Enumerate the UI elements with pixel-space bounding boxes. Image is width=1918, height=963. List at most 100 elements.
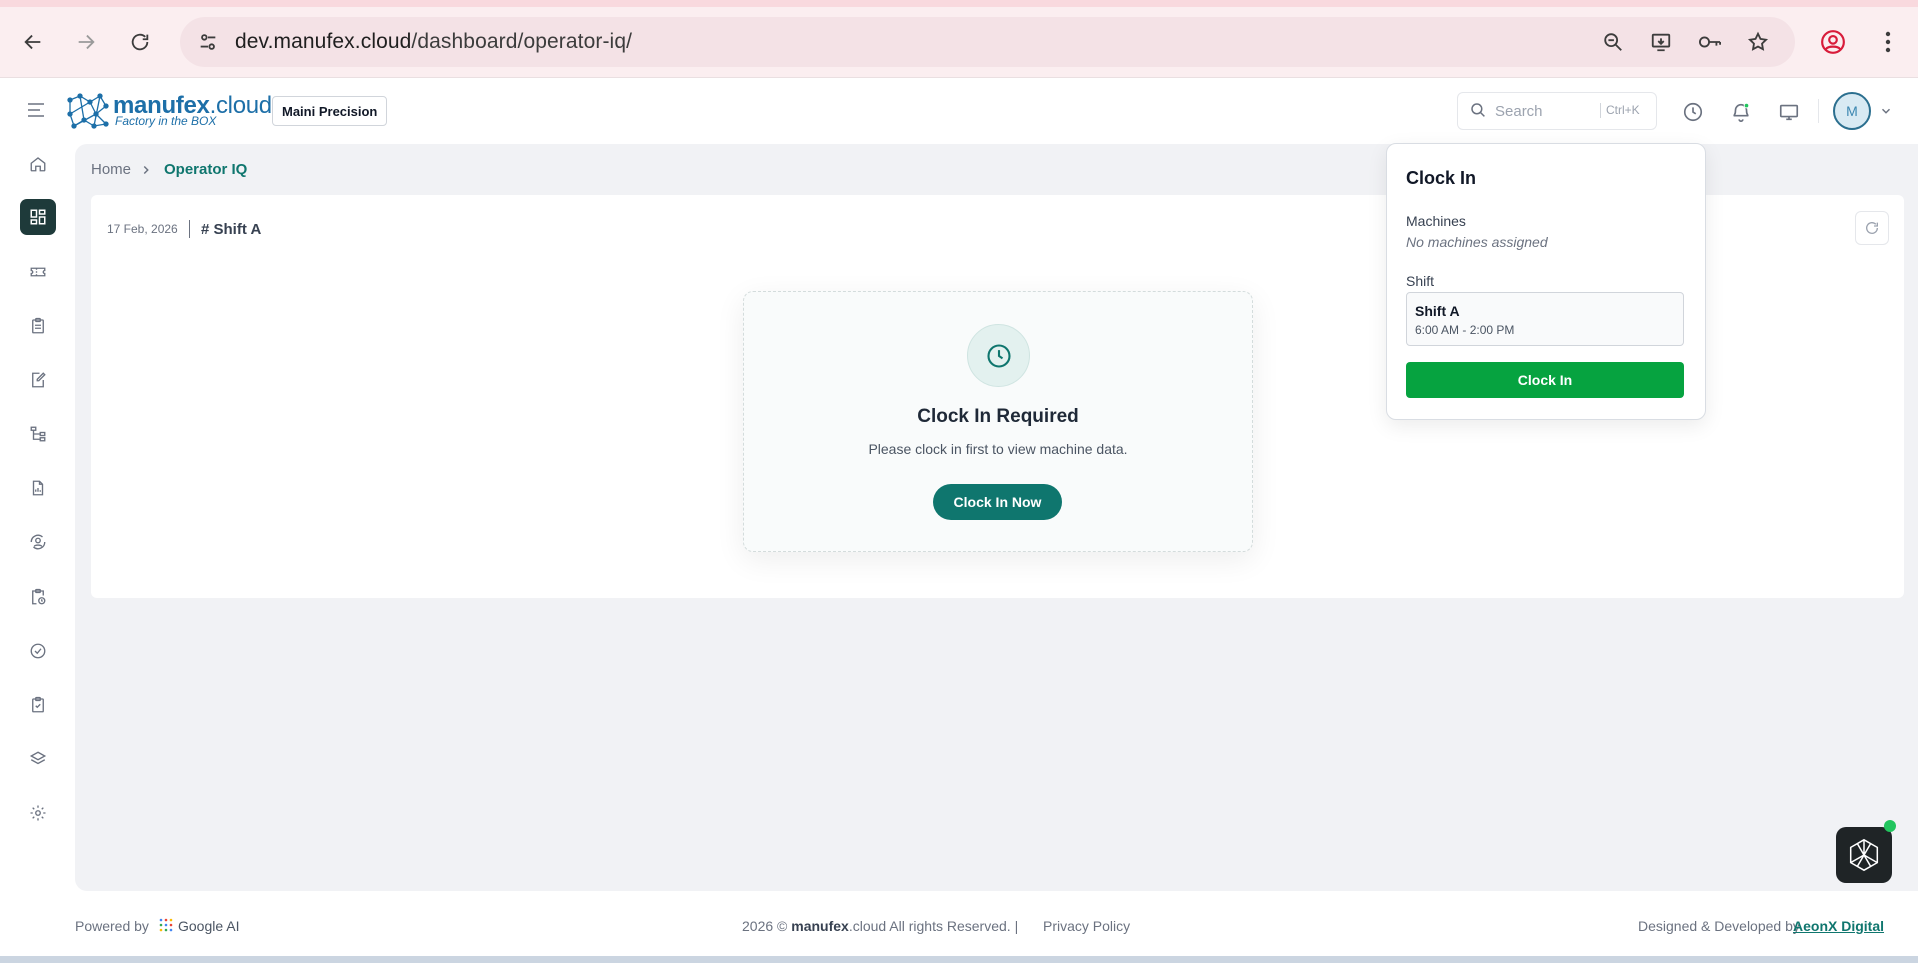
clock-icon-badge	[967, 324, 1030, 387]
monitor-icon	[1779, 104, 1799, 121]
install-icon	[1651, 33, 1671, 52]
sidebar-item-tickets[interactable]	[20, 254, 56, 290]
menu-icon	[28, 103, 44, 117]
more-vertical-icon	[1885, 31, 1891, 53]
install-app-button[interactable]	[1645, 26, 1677, 58]
shift-label: # Shift A	[201, 221, 262, 238]
network-logo-icon	[67, 93, 109, 129]
url-host: dev.manufex.cloud	[235, 30, 412, 53]
google-ai-icon	[158, 917, 174, 933]
copyright-prefix: 2026 ©	[742, 918, 788, 934]
machines-label: Machines	[1406, 213, 1466, 229]
clock-icon	[986, 343, 1011, 368]
search-placeholder: Search	[1495, 103, 1543, 120]
copyright-brand: manufex	[791, 918, 849, 934]
shift-label-heading: Shift	[1406, 273, 1435, 289]
taskbar-strip	[0, 956, 1918, 963]
back-button[interactable]	[17, 26, 49, 58]
menu-toggle-button[interactable]	[26, 101, 48, 121]
shift-option[interactable]	[1406, 292, 1684, 346]
sidebar-item-reports[interactable]	[20, 470, 56, 506]
sidebar-item-maintenance[interactable]	[20, 579, 56, 615]
edit-document-icon	[32, 372, 46, 388]
ai-logo-icon	[1849, 838, 1879, 872]
clock-in-required-title: Clock In Required	[917, 406, 1079, 427]
layers-icon	[29, 751, 47, 765]
google-ai-label: Google AI	[178, 918, 240, 934]
refresh-icon	[1866, 222, 1878, 234]
date-divider	[189, 220, 190, 238]
display-mode-button[interactable]	[1774, 97, 1804, 127]
chevron-right-icon	[143, 165, 149, 175]
sidebar-item-edit[interactable]	[20, 362, 56, 398]
zoom-out-icon	[1604, 33, 1622, 51]
header-divider	[1818, 99, 1819, 123]
breadcrumb-home[interactable]: Home	[91, 161, 131, 178]
powered-by-label: Powered by	[75, 918, 149, 934]
history-button[interactable]	[1678, 97, 1708, 127]
reload-button[interactable]	[124, 26, 156, 58]
shift-option-time: 6:00 AM - 2:00 PM	[1415, 323, 1515, 337]
machines-value: No machines assigned	[1406, 234, 1548, 250]
sidebar-item-checklist[interactable]	[20, 687, 56, 723]
logo-tagline: Factory in the BOX	[115, 114, 217, 128]
date-label: 17 Feb, 2026	[107, 222, 178, 236]
avatar[interactable]: M	[1833, 92, 1871, 130]
refresh-button[interactable]	[1855, 211, 1889, 245]
profile-button[interactable]	[1817, 26, 1849, 58]
aeonx-link[interactable]: AeonX Digital	[1793, 918, 1884, 934]
url-path: /dashboard/operator-iq/	[411, 30, 633, 53]
search-shortcut-divider	[1600, 103, 1601, 118]
passwords-button[interactable]	[1694, 26, 1726, 58]
sidebar-item-layers[interactable]	[20, 741, 56, 777]
tree-icon	[30, 426, 46, 442]
ticket-icon	[30, 267, 46, 277]
browser-tab-strip	[0, 0, 1918, 7]
company-badge[interactable]: Maini Precision	[272, 96, 388, 126]
clock-in-button[interactable]: Clock In	[1406, 362, 1684, 398]
profile-icon	[1821, 30, 1845, 54]
clock-in-now-button[interactable]: Clock In Now	[933, 484, 1062, 520]
site-info-button[interactable]	[192, 26, 224, 58]
breadcrumb-current: Operator IQ	[164, 161, 248, 178]
document-chart-icon	[32, 480, 44, 496]
notifications-button[interactable]	[1726, 97, 1756, 127]
privacy-policy-link[interactable]: Privacy Policy	[1043, 918, 1130, 934]
copyright-suffix: .cloud All rights Reserved. |	[848, 918, 1019, 934]
bookmark-button[interactable]	[1742, 26, 1774, 58]
ai-status-dot	[1884, 820, 1896, 832]
breadcrumb-separator	[139, 160, 153, 181]
clipboard-check-icon	[32, 696, 44, 713]
star-icon	[1747, 31, 1769, 51]
zoom-button[interactable]	[1597, 26, 1629, 58]
clipboard-clock-icon	[32, 588, 46, 605]
sidebar-item-quality[interactable]	[20, 633, 56, 669]
arrow-right-icon	[78, 34, 95, 50]
logo-mark[interactable]	[66, 92, 110, 130]
tune-icon	[200, 34, 216, 50]
copyright-text: 2026 © manufex.cloud All rights Reserved…	[742, 918, 1018, 934]
search-icon	[1469, 101, 1487, 124]
clock-icon	[1683, 102, 1703, 122]
home-icon	[30, 157, 46, 172]
browser-menu-button[interactable]	[1872, 26, 1904, 58]
sidebar-item-operators[interactable]	[20, 524, 56, 560]
sidebar-item-settings[interactable]	[20, 795, 56, 831]
clipboard-icon	[32, 317, 44, 334]
forward-button[interactable]	[70, 26, 102, 58]
sidebar-item-home[interactable]	[20, 146, 56, 182]
search-shortcut: Ctrl+K	[1606, 103, 1640, 117]
user-menu-toggle[interactable]	[1879, 104, 1893, 123]
chevron-down-icon	[1881, 108, 1891, 114]
sidebar-item-hierarchy[interactable]	[20, 416, 56, 452]
ai-assistant-button[interactable]	[1836, 827, 1892, 883]
clock-in-required-description: Please clock in first to view machine da…	[868, 441, 1128, 457]
reload-icon	[131, 33, 149, 51]
check-circle-icon	[30, 643, 46, 659]
sidebar-item-dashboard[interactable]	[20, 199, 56, 235]
sidebar-item-clipboard[interactable]	[20, 308, 56, 344]
dropdown-title: Clock In	[1406, 168, 1477, 188]
designed-by-label: Designed & Developed by	[1638, 918, 1800, 934]
url-text[interactable]: dev.manufex.cloud/dashboard/operator-iq/	[235, 30, 632, 54]
user-cycle-icon	[30, 534, 46, 550]
